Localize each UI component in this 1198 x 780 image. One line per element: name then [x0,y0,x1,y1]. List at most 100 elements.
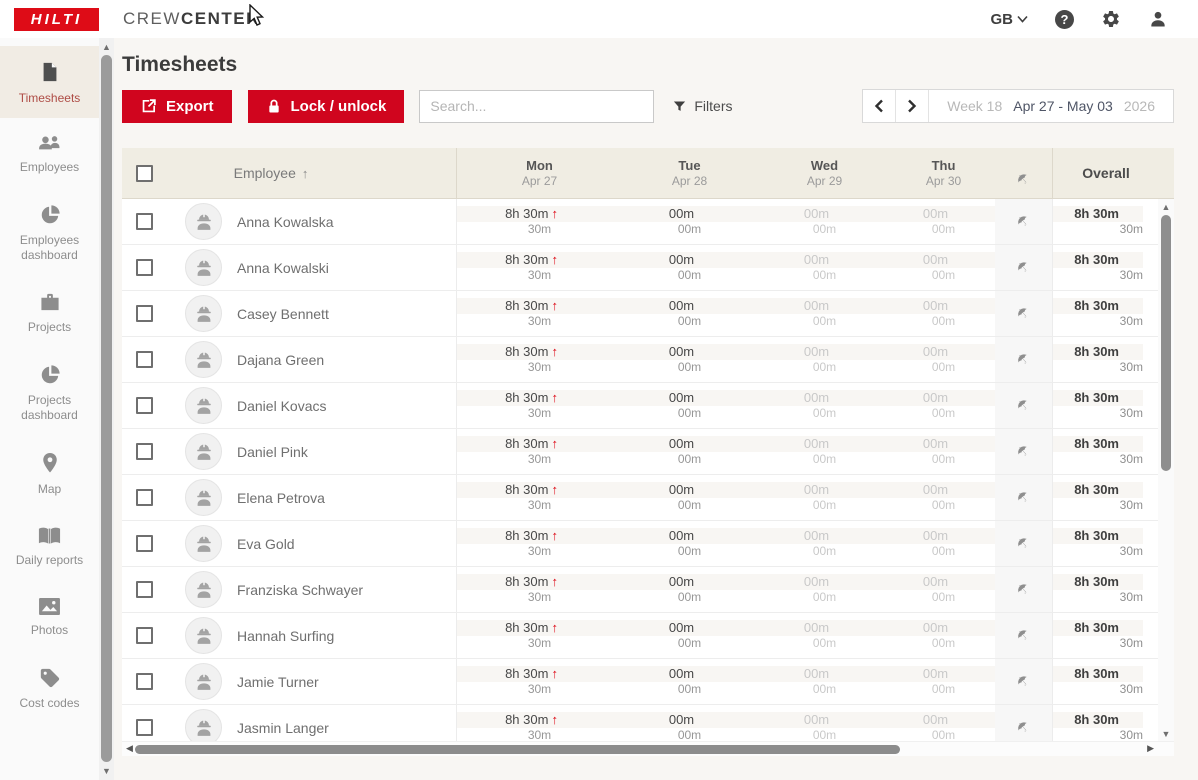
scroll-down-arrow-icon[interactable]: ▼ [1158,729,1174,739]
column-header-tue[interactable]: Tue Apr 28 [622,148,757,198]
table-row[interactable]: Daniel Pink 8h 30m ↑ 30m 00m 00m 00m 00m 00m 00m ☂… [122,429,1158,475]
table-row[interactable]: Jasmin Langer 8h 30m ↑ 30m 00m 00m 00m 00m 00m 00… [122,705,1158,741]
table-row[interactable]: Anna Kowalska 8h 30m ↑ 30m 00m 00m 00m 00m 00m 00… [122,199,1158,245]
scroll-up-arrow-icon[interactable]: ▲ [99,42,114,52]
table-row[interactable]: Eva Gold 8h 30m ↑ 30m 00m 00m 00m 00m 00m 00m ☂ 8h … [122,521,1158,567]
export-button[interactable]: Export [122,89,232,123]
day-hours-cell[interactable]: 00m 00m [757,390,892,421]
sidebar-item-map[interactable]: Map [0,437,99,511]
sidebar-item-daily-reports[interactable]: Daily reports [0,511,99,582]
row-checkbox[interactable] [136,719,153,736]
day-hours-cell[interactable]: 00m 00m [892,206,995,237]
day-hours-cell[interactable]: 00m 00m [892,298,995,329]
day-hours-cell[interactable]: 00m 00m [892,620,995,651]
day-hours-cell[interactable]: 8h 30m ↑ 30m [457,712,622,741]
day-hours-cell[interactable]: 00m 00m [757,344,892,375]
row-checkbox[interactable] [136,351,153,368]
day-hours-cell[interactable]: 8h 30m ↑ 30m [457,620,622,651]
holiday-cell[interactable]: ☂ [995,291,1053,336]
row-checkbox[interactable] [136,397,153,414]
holiday-cell[interactable]: ☂ [995,567,1053,612]
vertical-scrollbar-thumb[interactable] [1161,215,1171,471]
sidebar-scrollbar-thumb[interactable] [101,55,112,762]
table-row[interactable]: Elena Petrova 8h 30m ↑ 30m 00m 00m 00m 00m 00m 00… [122,475,1158,521]
account-person-icon[interactable] [1148,9,1168,29]
day-hours-cell[interactable]: 00m 00m [892,390,995,421]
table-horizontal-scrollbar[interactable]: ◀ ▶ [122,741,1174,756]
day-hours-cell[interactable]: 00m 00m [757,666,892,697]
sidebar-item-projects-dashboard[interactable]: Projects dashboard [0,349,99,437]
holiday-cell[interactable]: ☂ [995,659,1053,704]
day-hours-cell[interactable]: 00m 00m [622,712,757,741]
row-checkbox[interactable] [136,259,153,276]
scroll-left-arrow-icon[interactable]: ◀ [126,743,133,754]
settings-gear-icon[interactable] [1101,9,1121,29]
week-label[interactable]: Week 18 Apr 27 - May 03 2026 [929,90,1173,122]
row-checkbox[interactable] [136,673,153,690]
table-row[interactable]: Anna Kowalski 8h 30m ↑ 30m 00m 00m 00m 00m 00m 00… [122,245,1158,291]
day-hours-cell[interactable]: 00m 00m [892,436,995,467]
holiday-cell[interactable]: ☂ [995,429,1053,474]
table-row[interactable]: Jamie Turner 8h 30m ↑ 30m 00m 00m 00m 00m 00m 00m… [122,659,1158,705]
row-checkbox[interactable] [136,535,153,552]
next-week-button[interactable] [896,90,930,122]
sidebar-item-employees-dashboard[interactable]: Employees dashboard [0,189,99,277]
filters-button[interactable]: Filters [672,98,733,114]
row-checkbox[interactable] [136,305,153,322]
scroll-up-arrow-icon[interactable]: ▲ [1158,202,1174,212]
day-hours-cell[interactable]: 8h 30m ↑ 30m [457,574,622,605]
day-hours-cell[interactable]: 8h 30m ↑ 30m [457,482,622,513]
table-row[interactable]: Hannah Surfing 8h 30m ↑ 30m 00m 00m 00m 00m 00m 0… [122,613,1158,659]
day-hours-cell[interactable]: 00m 00m [892,482,995,513]
row-checkbox[interactable] [136,489,153,506]
sidebar-item-projects[interactable]: Projects [0,277,99,349]
day-hours-cell[interactable]: 00m 00m [892,712,995,741]
holiday-cell[interactable]: ☂ [995,705,1053,741]
day-hours-cell[interactable]: 00m 00m [757,252,892,283]
locale-selector[interactable]: GB [991,11,1029,28]
day-hours-cell[interactable]: 00m 00m [892,344,995,375]
scroll-down-arrow-icon[interactable]: ▼ [99,766,114,776]
day-hours-cell[interactable]: 00m 00m [622,528,757,559]
table-row[interactable]: Franziska Schwayer 8h 30m ↑ 30m 00m 00m 00m 00m… [122,567,1158,613]
day-hours-cell[interactable]: 00m 00m [757,206,892,237]
sidebar-item-photos[interactable]: Photos [0,582,99,652]
day-hours-cell[interactable]: 00m 00m [622,436,757,467]
day-hours-cell[interactable]: 00m 00m [892,252,995,283]
day-hours-cell[interactable]: 00m 00m [892,574,995,605]
day-hours-cell[interactable]: 00m 00m [757,436,892,467]
sidebar-scrollbar[interactable]: ▲ ▼ [99,38,114,780]
table-row[interactable]: Daniel Kovacs 8h 30m ↑ 30m 00m 00m 00m 00m 00m 00… [122,383,1158,429]
day-hours-cell[interactable]: 00m 00m [757,620,892,651]
help-icon[interactable]: ? [1055,9,1074,29]
day-hours-cell[interactable]: 8h 30m ↑ 30m [457,344,622,375]
table-row[interactable]: Casey Bennett 8h 30m ↑ 30m 00m 00m 00m 00m 00m 00… [122,291,1158,337]
lock-unlock-button[interactable]: Lock / unlock [247,89,405,123]
holiday-cell[interactable]: ☂ [995,475,1053,520]
row-checkbox[interactable] [136,443,153,460]
table-row[interactable]: Dajana Green 8h 30m ↑ 30m 00m 00m 00m 00m 00m 00m… [122,337,1158,383]
holiday-cell[interactable]: ☂ [995,337,1053,382]
day-hours-cell[interactable]: 00m 00m [622,206,757,237]
day-hours-cell[interactable]: 00m 00m [757,712,892,741]
column-header-wed[interactable]: Wed Apr 29 [757,148,892,198]
horizontal-scrollbar-thumb[interactable] [135,745,900,754]
day-hours-cell[interactable]: 00m 00m [757,482,892,513]
holiday-cell[interactable]: ☂ [995,199,1053,244]
row-checkbox[interactable] [136,581,153,598]
day-hours-cell[interactable]: 00m 00m [892,528,995,559]
row-checkbox[interactable] [136,213,153,230]
sidebar-item-cost-codes[interactable]: Cost codes [0,652,99,725]
day-hours-cell[interactable]: 8h 30m ↑ 30m [457,298,622,329]
previous-week-button[interactable] [863,90,897,122]
day-hours-cell[interactable]: 00m 00m [622,666,757,697]
employee-column-header[interactable]: Employee ↑ [176,148,457,198]
holiday-cell[interactable]: ☂ [995,613,1053,658]
day-hours-cell[interactable]: 00m 00m [622,298,757,329]
day-hours-cell[interactable]: 8h 30m ↑ 30m [457,436,622,467]
day-hours-cell[interactable]: 00m 00m [892,666,995,697]
column-header-mon[interactable]: Mon Apr 27 [457,148,622,198]
holiday-cell[interactable]: ☂ [995,383,1053,428]
select-all-checkbox[interactable] [136,164,153,182]
day-hours-cell[interactable]: 8h 30m ↑ 30m [457,528,622,559]
